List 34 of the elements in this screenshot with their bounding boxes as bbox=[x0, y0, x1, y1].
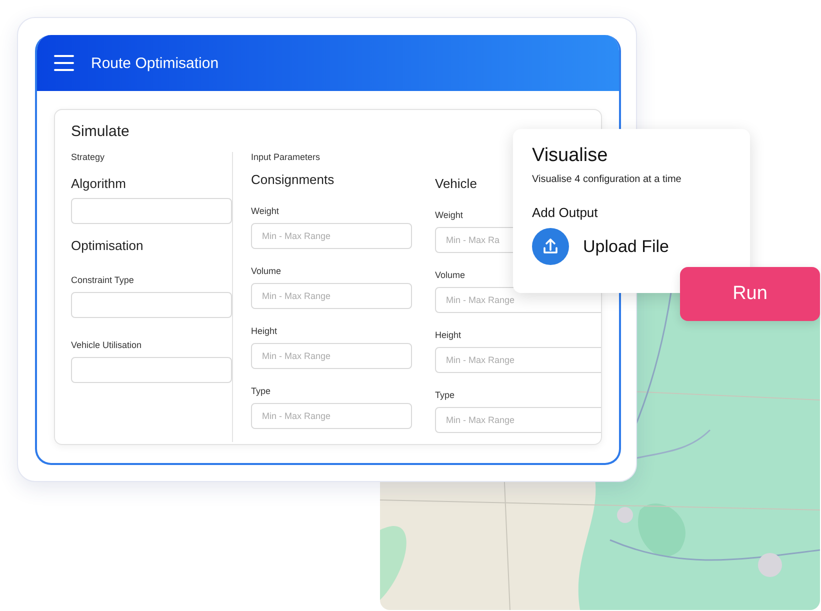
field-label: Vehicle Utilisation bbox=[71, 340, 142, 350]
input-field[interactable]: Min - Max Range bbox=[435, 407, 601, 433]
panel-subtitle: Visualise 4 configuration at a time bbox=[532, 174, 682, 185]
upload-icon[interactable] bbox=[532, 228, 569, 265]
input-field[interactable] bbox=[71, 292, 232, 318]
section-heading: Algorithm bbox=[71, 176, 126, 191]
field-label: Volume bbox=[435, 270, 466, 280]
column-heading: Consignments bbox=[251, 172, 334, 187]
upload-link[interactable]: Upload File bbox=[583, 236, 669, 256]
field-label: Type bbox=[251, 386, 271, 396]
field-label: Type bbox=[435, 390, 455, 400]
input-field[interactable]: Min - Max Range bbox=[251, 343, 412, 369]
section-heading: Optimisation bbox=[71, 238, 144, 253]
section-heading: Add Output bbox=[532, 205, 599, 220]
run-button[interactable]: Run bbox=[680, 267, 820, 321]
section-label: Input Parameters bbox=[251, 152, 320, 162]
field-label: Weight bbox=[435, 210, 463, 220]
panel-title: Visualise bbox=[532, 145, 609, 167]
field-label: Height bbox=[251, 326, 278, 336]
input-field[interactable]: Min - Max Range bbox=[251, 283, 412, 309]
section-label: Strategy bbox=[71, 152, 105, 162]
input-field[interactable]: Min - Max Range bbox=[435, 347, 601, 373]
menu-icon[interactable] bbox=[54, 55, 74, 71]
input-field[interactable]: Min - Max Range bbox=[251, 403, 412, 429]
field-label: Constraint Type bbox=[71, 275, 134, 285]
app-title: Route Optimisation bbox=[91, 54, 219, 72]
field-label: Weight bbox=[251, 206, 279, 216]
input-field[interactable] bbox=[71, 357, 232, 383]
input-field[interactable] bbox=[71, 198, 232, 224]
field-label: Volume bbox=[251, 266, 282, 276]
field-label: Height bbox=[435, 330, 462, 340]
card-title: Simulate bbox=[71, 123, 130, 140]
column-heading: Vehicle bbox=[435, 176, 477, 191]
input-field[interactable]: Min - Max Range bbox=[251, 223, 412, 249]
